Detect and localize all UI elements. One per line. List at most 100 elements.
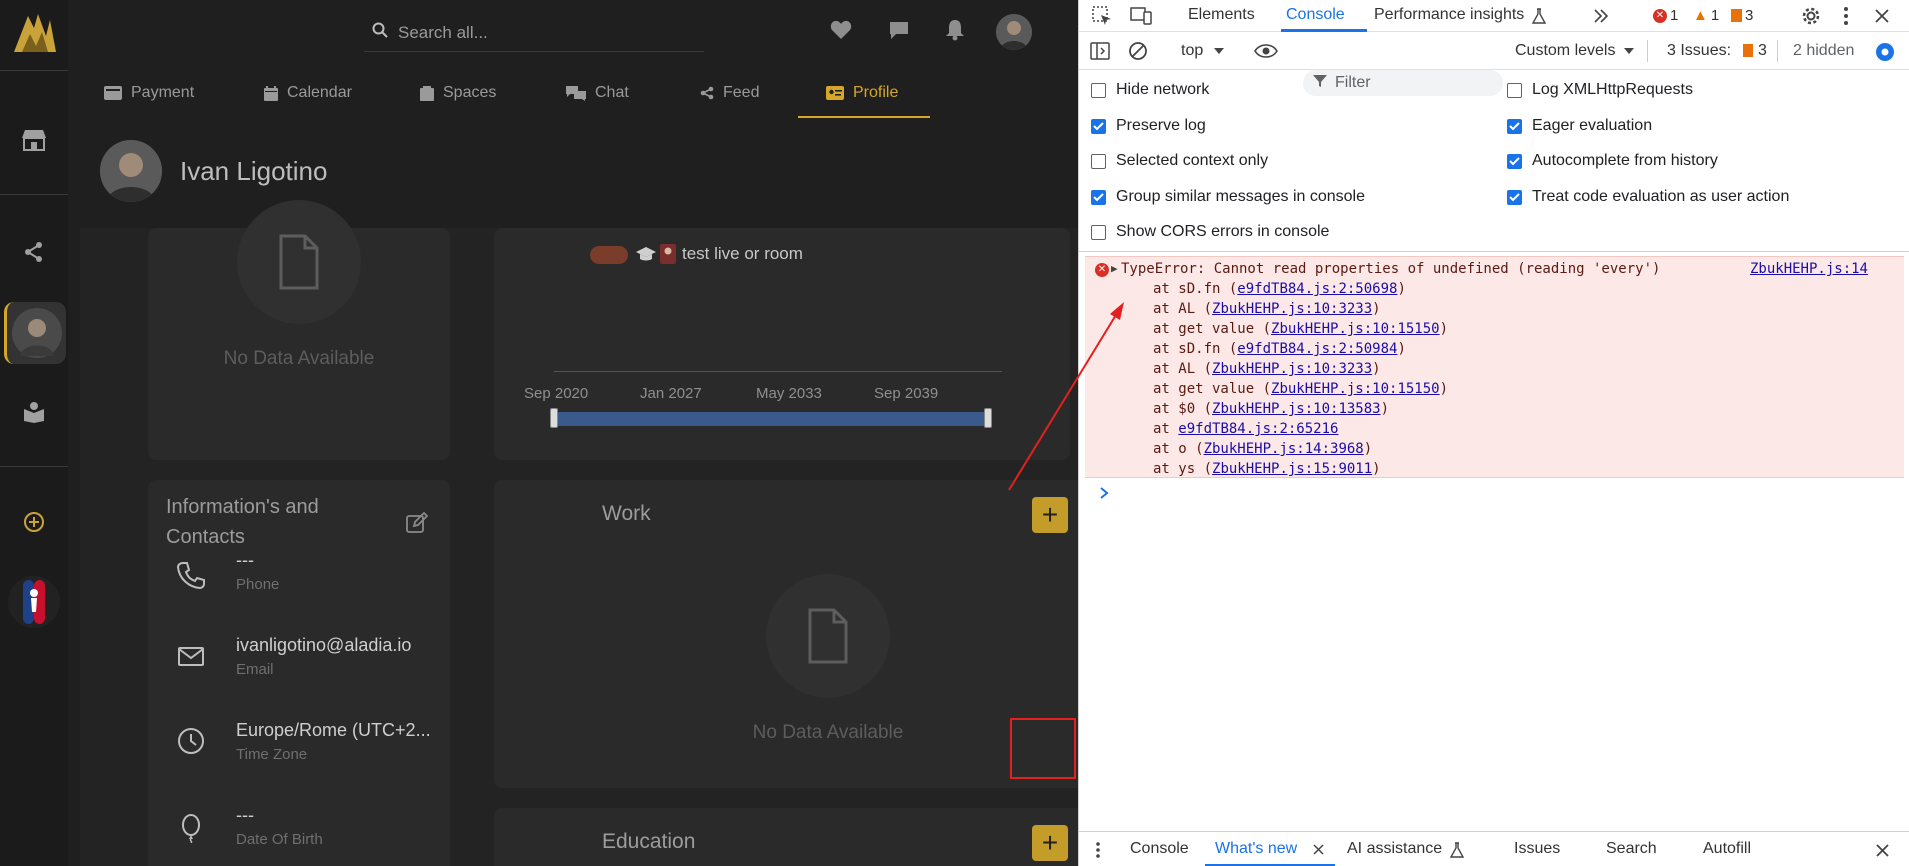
option-label: Log XMLHttpRequests: [1532, 81, 1693, 98]
context-selector[interactable]: top: [1181, 42, 1203, 60]
bell-icon[interactable]: [942, 17, 968, 43]
timeline-tick: Sep 2020: [524, 385, 589, 402]
gear-icon[interactable]: [1799, 4, 1823, 28]
add-education-button[interactable]: +: [1032, 825, 1068, 861]
stack-frame-link[interactable]: ZbukHEHP.js:10:15150: [1271, 381, 1440, 397]
user-avatar[interactable]: [996, 14, 1032, 50]
tab-payment[interactable]: Payment: [104, 70, 194, 116]
option-treat-code-eval[interactable]: Treat code evaluation as user action: [1507, 188, 1789, 206]
stack-frame-link[interactable]: ZbukHEHP.js:14:3968: [1204, 441, 1364, 457]
education-title: Education: [602, 830, 696, 853]
book-icon[interactable]: [18, 396, 50, 428]
kebab-menu-icon[interactable]: [1837, 4, 1855, 28]
stack-frame-link[interactable]: ZbukHEHP.js:10:13583: [1212, 401, 1381, 417]
stack-frame-link[interactable]: ZbukHEHP.js:15:9011: [1212, 461, 1372, 477]
checkbox[interactable]: [1091, 189, 1106, 205]
info-title-line: Information's and: [166, 496, 319, 518]
option-show-cors[interactable]: Show CORS errors in console: [1091, 223, 1329, 241]
event-title[interactable]: test live or room: [682, 244, 803, 264]
add-circle-icon[interactable]: [18, 506, 50, 538]
drawer-tab-issues[interactable]: Issues: [1514, 840, 1560, 858]
stack-frame-link[interactable]: e9fdTB84.js:2:65216: [1178, 421, 1338, 437]
option-selected-context[interactable]: Selected context only: [1091, 152, 1268, 170]
checkbox[interactable]: [1507, 118, 1522, 134]
checkbox[interactable]: [1507, 153, 1522, 169]
info-count-badge[interactable]: 3: [1731, 7, 1753, 24]
close-tab-icon[interactable]: [1311, 842, 1325, 856]
timeline-range-slider[interactable]: [552, 412, 988, 426]
checkbox[interactable]: [1507, 189, 1522, 205]
chat-icon[interactable]: [886, 17, 912, 43]
tab-profile[interactable]: Profile: [826, 70, 898, 116]
sidebar-toggle-icon[interactable]: [1089, 40, 1111, 62]
checkbox[interactable]: [1091, 82, 1106, 98]
share-icon[interactable]: [18, 236, 50, 268]
heart-icon[interactable]: [828, 17, 854, 43]
stack-frame-link[interactable]: e9fdTB84.js:2:50698: [1237, 281, 1397, 297]
log-levels-dropdown[interactable]: Custom levels: [1515, 42, 1615, 60]
option-group-similar[interactable]: Group similar messages in console: [1091, 188, 1365, 206]
issues-label[interactable]: 3 Issues:: [1667, 42, 1731, 60]
tab-feed[interactable]: Feed: [700, 70, 759, 116]
stack-frame-link[interactable]: ZbukHEHP.js:10:15150: [1271, 321, 1440, 337]
option-hide-network[interactable]: Hide network: [1091, 81, 1209, 99]
more-tabs-icon[interactable]: [1591, 6, 1611, 26]
timeline-tick: Jan 2027: [640, 385, 702, 402]
phone-icon: [176, 560, 206, 590]
close-icon[interactable]: [1871, 5, 1893, 27]
stack-frame-text: at $0 (: [1153, 401, 1213, 417]
checkbox[interactable]: [1091, 153, 1106, 169]
stack-frame-text: at get value (: [1153, 381, 1272, 397]
checkbox[interactable]: [1091, 224, 1106, 240]
tab-calendar[interactable]: Calendar: [264, 70, 352, 116]
tab-elements[interactable]: Elements: [1188, 6, 1255, 24]
rail-avatar[interactable]: [4, 302, 66, 364]
drawer-menu-icon[interactable]: [1093, 840, 1103, 860]
drawer-tab-search[interactable]: Search: [1606, 840, 1657, 858]
edit-icon[interactable]: [406, 511, 429, 539]
stack-frame-link[interactable]: ZbukHEHP.js:10:3233: [1212, 301, 1372, 317]
console-prompt[interactable]: [1099, 486, 1109, 504]
issues-count[interactable]: 3: [1758, 42, 1767, 60]
tab-performance-insights[interactable]: Performance insights: [1374, 6, 1524, 24]
nba-space-avatar[interactable]: [8, 576, 60, 628]
error-count-badge[interactable]: ✕ 1: [1653, 7, 1678, 24]
add-work-button[interactable]: +: [1032, 497, 1068, 533]
tab-console[interactable]: Console: [1286, 6, 1345, 24]
option-preserve-log[interactable]: Preserve log: [1091, 117, 1206, 135]
drawer-tab-console[interactable]: Console: [1130, 840, 1189, 858]
drawer-tab-autofill[interactable]: Autofill: [1703, 840, 1751, 858]
stack-frame: at e9fdTB84.js:2:65216: [1153, 421, 1338, 437]
tab-chat[interactable]: Chat: [566, 70, 629, 116]
profile-avatar[interactable]: [100, 140, 162, 202]
drawer-tab-whats-new[interactable]: What's new: [1215, 840, 1297, 858]
option-log-xhr[interactable]: Log XMLHttpRequests: [1507, 81, 1693, 99]
range-handle-left[interactable]: [550, 408, 558, 428]
search-input[interactable]: Search all...: [398, 23, 488, 43]
chat-bubbles-icon: [566, 85, 586, 101]
range-handle-right[interactable]: [984, 408, 992, 428]
checkbox[interactable]: [1507, 82, 1522, 98]
warning-count-badge[interactable]: ▲ 1: [1693, 7, 1719, 24]
event-marker[interactable]: [590, 246, 628, 264]
aladia-logo[interactable]: [8, 6, 62, 60]
stack-frame-link[interactable]: ZbukHEHP.js:10:3233: [1212, 361, 1372, 377]
search-bar[interactable]: Search all...: [364, 14, 704, 52]
inspect-element-icon[interactable]: [1091, 5, 1113, 27]
option-autocomplete-history[interactable]: Autocomplete from history: [1507, 152, 1718, 170]
console-settings-icon[interactable]: [1873, 40, 1897, 64]
eye-icon[interactable]: [1253, 41, 1279, 61]
expand-triangle-icon[interactable]: ▶: [1111, 262, 1118, 275]
error-source-link[interactable]: ZbukHEHP.js:14: [1750, 261, 1868, 277]
close-drawer-icon[interactable]: [1873, 841, 1891, 859]
device-toolbar-icon[interactable]: [1129, 5, 1153, 27]
checkbox[interactable]: [1091, 118, 1106, 134]
drawer-tab-ai-assistance[interactable]: AI assistance: [1347, 840, 1442, 858]
store-icon[interactable]: [18, 124, 50, 156]
clear-console-icon[interactable]: [1127, 40, 1149, 62]
stack-frame-link[interactable]: e9fdTB84.js:2:50984: [1237, 341, 1397, 357]
tab-spaces[interactable]: Spaces: [420, 70, 496, 116]
stack-frame: at AL (ZbukHEHP.js:10:3233): [1153, 361, 1381, 377]
console-error-message[interactable]: ✕ ▶ TypeError: Cannot read properties of…: [1085, 256, 1904, 478]
option-eager-evaluation[interactable]: Eager evaluation: [1507, 117, 1652, 135]
